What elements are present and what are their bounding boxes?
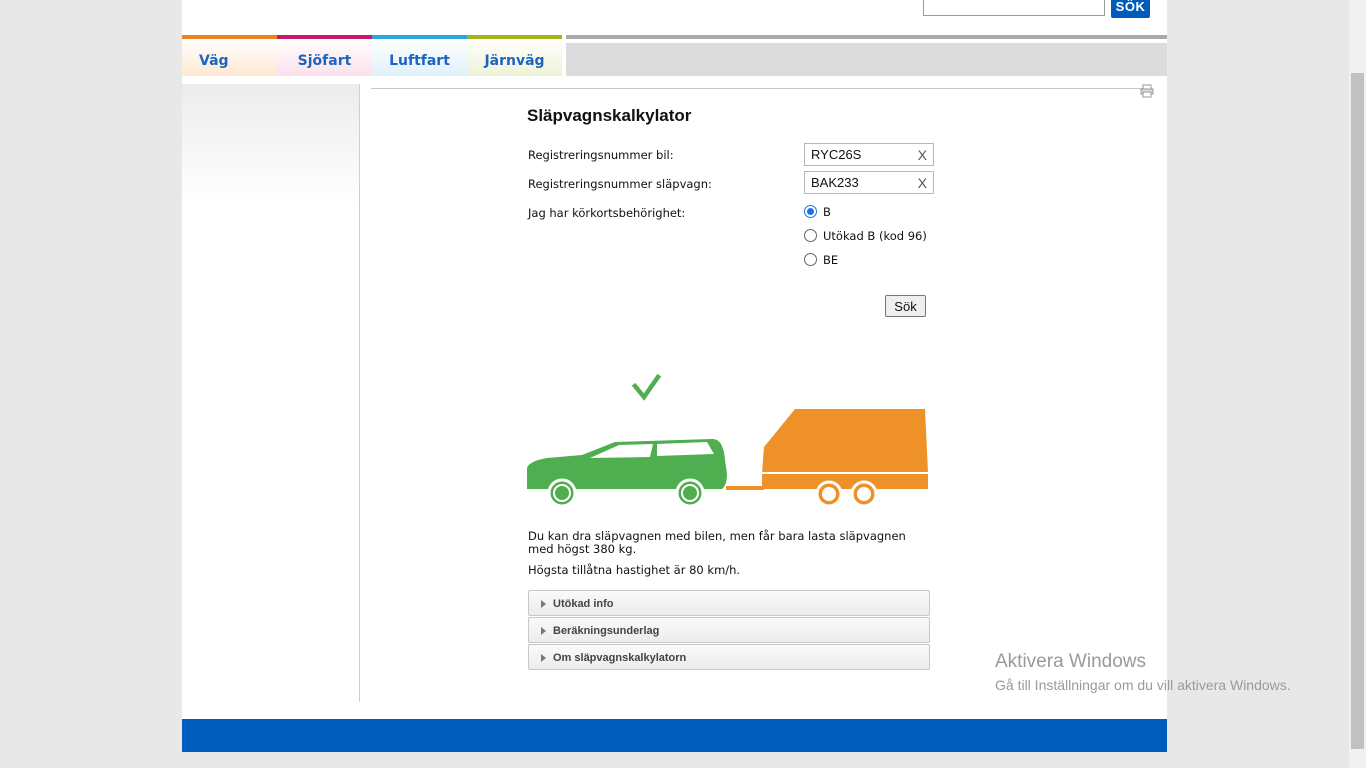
submit-button[interactable]: Sök (885, 295, 926, 317)
site-search-input[interactable] (923, 0, 1105, 16)
sidebar (182, 84, 360, 702)
license-option-utokad-b[interactable]: Utökad B (kod 96) (804, 229, 927, 243)
trailer-icon (726, 409, 929, 508)
radio-button[interactable] (804, 229, 817, 242)
car-reg-label: Registreringsnummer bil: (528, 148, 674, 162)
caret-right-icon (541, 654, 546, 662)
radio-button[interactable] (804, 205, 817, 218)
trailer-reg-field: X (804, 171, 934, 194)
print-icon[interactable] (1140, 84, 1154, 98)
content-divider (371, 88, 1152, 89)
check-icon (631, 373, 662, 401)
caret-right-icon (541, 600, 546, 608)
accordion-om-kalkylatorn[interactable]: Om släpvagnskalkylatorn (528, 644, 930, 670)
page-title: Släpvagnskalkylator (527, 106, 692, 125)
tab-vag[interactable]: Väg (182, 35, 277, 76)
accordion-label: Om släpvagnskalkylatorn (553, 652, 687, 664)
car-icon (527, 439, 727, 508)
license-option-be[interactable]: BE (804, 253, 838, 267)
car-trailer-illustration (527, 373, 929, 508)
tab-luftfart[interactable]: Luftfart (372, 35, 467, 76)
trailer-reg-label: Registreringsnummer släpvagn: (528, 177, 712, 191)
license-label: Jag har körkortsbehörighet: (528, 206, 686, 220)
tab-label: Sjöfart (297, 53, 352, 69)
clear-trailer-reg-icon[interactable]: X (918, 175, 927, 191)
accordion-label: Beräkningsunderlag (553, 625, 660, 637)
car-reg-field: X (804, 143, 934, 166)
tab-sjofart[interactable]: Sjöfart (277, 35, 372, 76)
nav-bar-filler (566, 35, 1167, 76)
tab-label: Väg (199, 53, 229, 69)
page: SÖK Väg Sjöfart Luftfart Järnväg Släpvag… (182, 0, 1167, 752)
license-option-label: Utökad B (kod 96) (823, 229, 927, 243)
accordion-berakningsunderlag[interactable]: Beräkningsunderlag (528, 617, 930, 643)
car-reg-input[interactable] (811, 147, 911, 162)
footer-bar (182, 719, 1167, 752)
speed-limit-text: Högsta tillåtna hastighet är 80 km/h. (528, 563, 741, 577)
tab-label: Luftfart (389, 53, 450, 69)
clear-car-reg-icon[interactable]: X (918, 147, 927, 163)
license-option-label: B (823, 205, 831, 219)
radio-button[interactable] (804, 253, 817, 266)
trailer-reg-input[interactable] (811, 175, 911, 190)
caret-right-icon (541, 627, 546, 635)
license-option-b[interactable]: B (804, 205, 831, 219)
license-option-label: BE (823, 253, 839, 267)
accordion-utokad-info[interactable]: Utökad info (528, 590, 930, 616)
site-search-button[interactable]: SÖK (1111, 0, 1150, 18)
tab-jarnvag[interactable]: Järnväg (467, 35, 562, 76)
accordion-label: Utökad info (553, 598, 614, 610)
result-message: Du kan dra släpvagnen med bilen, men får… (528, 529, 906, 556)
windows-watermark-title: Aktivera Windows (995, 651, 1146, 672)
scrollbar-thumb[interactable] (1351, 73, 1364, 749)
tab-label: Järnväg (484, 53, 545, 69)
windows-watermark-subtitle: Gå till Inställningar om du vill aktiver… (995, 677, 1291, 693)
scrollbar[interactable] (1349, 0, 1366, 768)
